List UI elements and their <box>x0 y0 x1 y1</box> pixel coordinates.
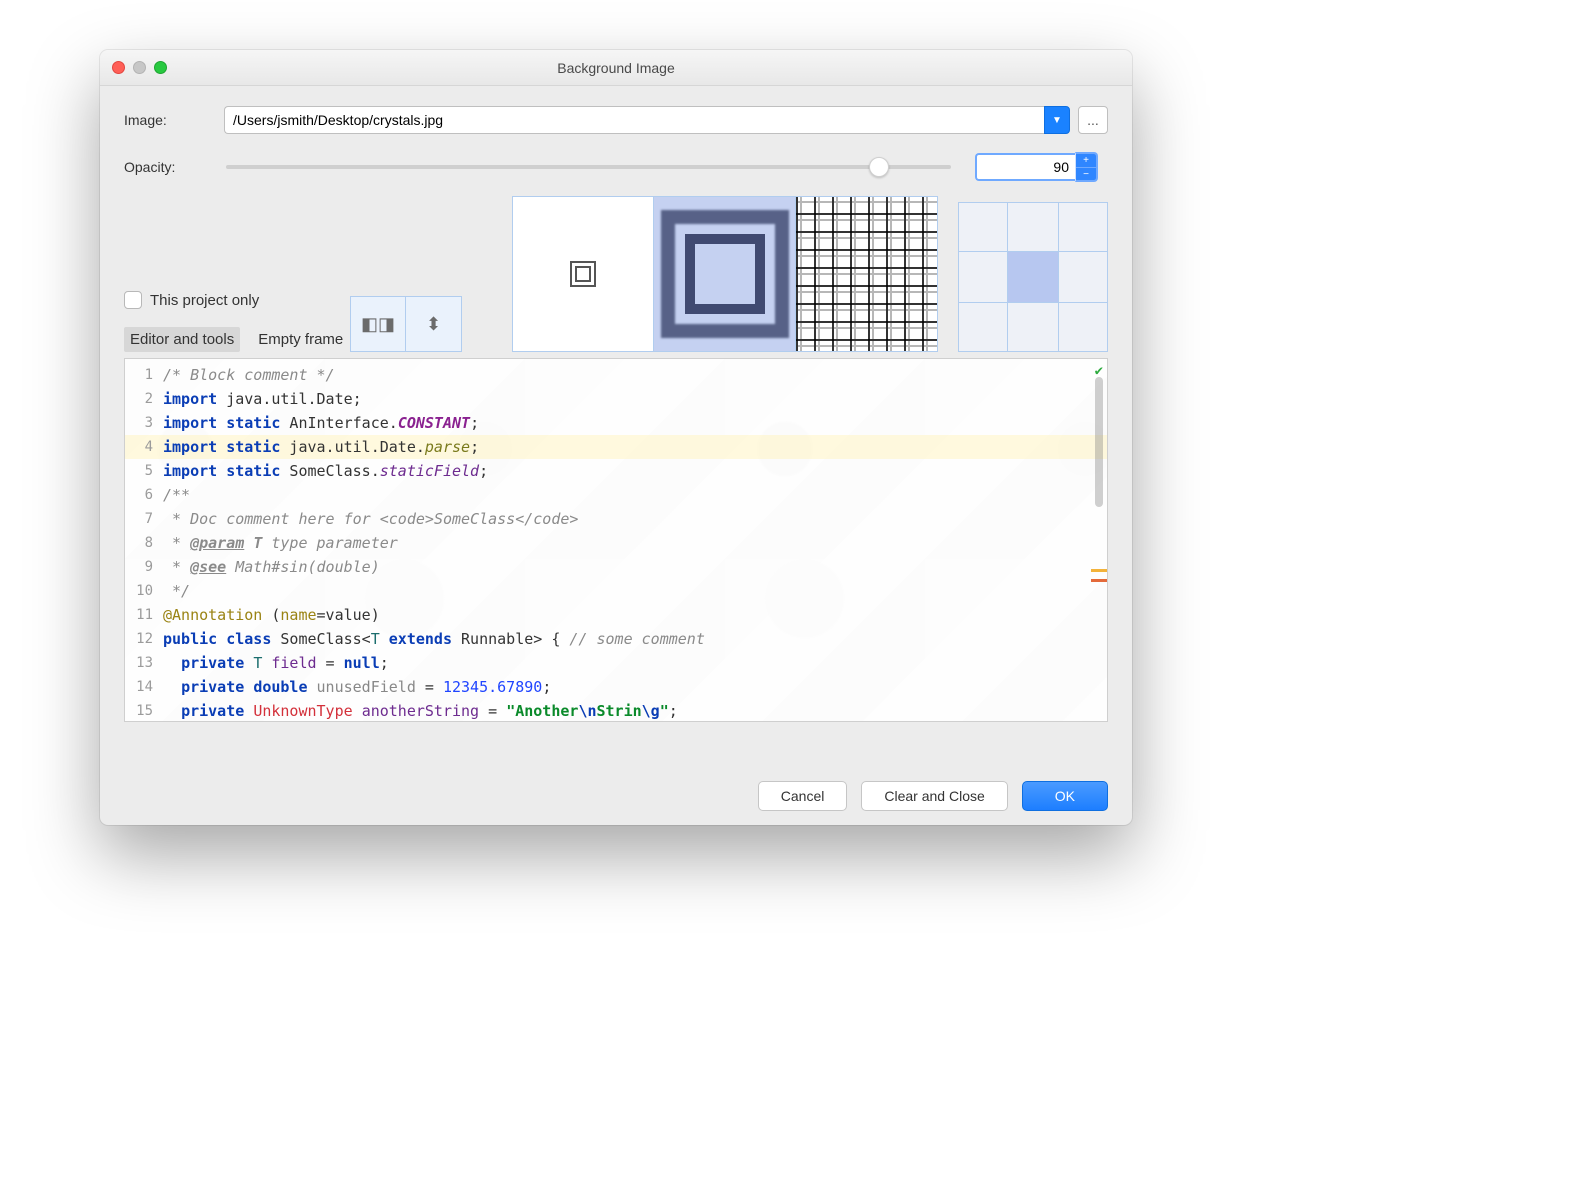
dialog-footer: Cancel Clear and Close OK <box>758 781 1108 811</box>
editor-scrollbar[interactable] <box>1095 377 1103 507</box>
titlebar: Background Image <box>100 50 1132 86</box>
ellipsis-icon: ... <box>1087 112 1099 128</box>
minimize-icon[interactable] <box>133 61 146 74</box>
fill-mode-plain[interactable] <box>512 196 654 352</box>
editor-gutter: 123456789101112131415 <box>125 359 159 721</box>
tab-empty-frame[interactable]: Empty frame <box>252 327 349 352</box>
image-path-dropdown[interactable]: ▼ <box>1044 106 1070 134</box>
slider-thumb[interactable] <box>869 157 889 177</box>
fill-mode-scale[interactable] <box>654 196 796 352</box>
error-marker-icon[interactable] <box>1091 579 1107 582</box>
opacity-slider[interactable] <box>226 165 951 169</box>
flip-vertical-icon: ⬍ <box>426 314 441 335</box>
flip-vertical-button[interactable]: ⬍ <box>406 296 462 352</box>
cancel-button[interactable]: Cancel <box>758 781 848 811</box>
warning-marker-icon[interactable] <box>1091 569 1107 572</box>
anchor-center[interactable] <box>1008 252 1058 302</box>
opacity-row: Opacity: + − <box>124 152 1108 182</box>
anchor-grid <box>958 202 1108 352</box>
step-down-icon[interactable]: − <box>1076 167 1096 180</box>
opacity-label: Opacity: <box>124 159 224 175</box>
browse-button[interactable]: ... <box>1078 106 1108 134</box>
maximize-icon[interactable] <box>154 61 167 74</box>
close-icon[interactable] <box>112 61 125 74</box>
step-up-icon[interactable]: + <box>1076 154 1096 167</box>
chevron-down-icon: ▼ <box>1052 115 1062 126</box>
opacity-input[interactable] <box>975 153 1075 181</box>
window-title: Background Image <box>557 60 675 76</box>
editor-code: /* Block comment */ import java.util.Dat… <box>163 363 1089 722</box>
image-row: Image: ▼ ... <box>124 106 1108 134</box>
window-controls <box>112 61 167 74</box>
image-label: Image: <box>124 112 224 128</box>
this-project-only-checkbox[interactable] <box>124 291 142 309</box>
clear-and-close-button[interactable]: Clear and Close <box>861 781 1007 811</box>
fill-mode-tile[interactable] <box>796 196 938 352</box>
image-path-input[interactable] <box>224 106 1044 134</box>
dialog-window: Background Image Image: ▼ ... Opacity: <box>100 50 1132 825</box>
anchor-bottom-left[interactable] <box>958 302 1008 352</box>
opacity-stepper: + − <box>975 152 1098 182</box>
anchor-bottom[interactable] <box>1008 302 1058 352</box>
anchor-top-left[interactable] <box>958 202 1008 252</box>
fill-mode-group <box>512 196 938 352</box>
anchor-top[interactable] <box>1008 202 1058 252</box>
anchor-bottom-right[interactable] <box>1058 302 1108 352</box>
anchor-right[interactable] <box>1058 252 1108 302</box>
anchor-top-right[interactable] <box>1058 202 1108 252</box>
this-project-only-label: This project only <box>150 292 259 309</box>
flip-horizontal-icon: ◧◨ <box>361 314 395 335</box>
preview-editor: 123456789101112131415 /* Block comment *… <box>124 358 1108 722</box>
scope-tabs: Editor and tools Empty frame <box>124 327 350 352</box>
ok-button[interactable]: OK <box>1022 781 1108 811</box>
tab-editor-and-tools[interactable]: Editor and tools <box>124 327 240 352</box>
anchor-left[interactable] <box>958 252 1008 302</box>
flip-horizontal-button[interactable]: ◧◨ <box>350 296 406 352</box>
